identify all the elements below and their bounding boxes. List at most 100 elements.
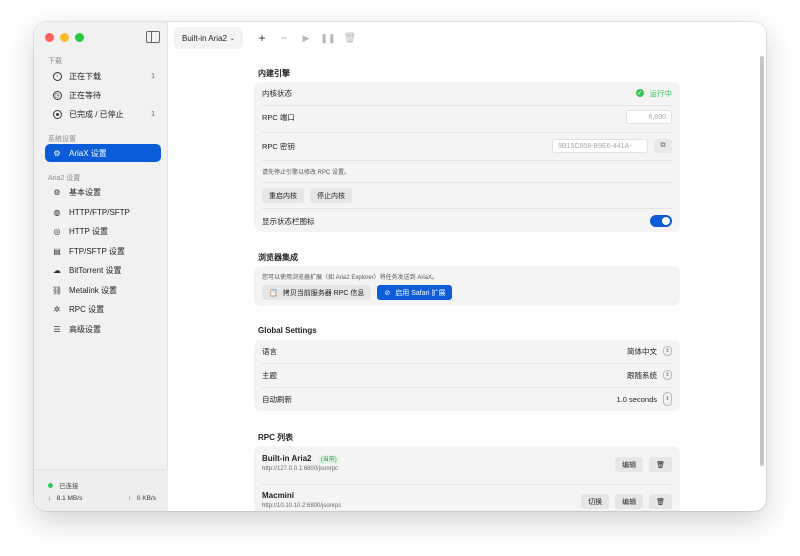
builtin-card: 内核状态 ✓ 运行中 RPC 端口 6,800 RPC 密钥 9B15C858-… — [254, 82, 680, 232]
sidebar-item-label: RPC 设置 — [69, 304, 105, 314]
sidebar-item-advanced[interactable]: ☰ 高级设置 — [45, 320, 161, 338]
sidebar-item-http[interactable]: ◎ HTTP 设置 — [45, 222, 161, 240]
statusbar-icon-row: 显示状态栏图标 — [254, 210, 680, 232]
up-down-chevron-icon: ⇕ — [663, 346, 672, 356]
sidebar-item-ftp-sftp[interactable]: ▤ FTP/SFTP 设置 — [45, 242, 161, 260]
rpc-heading: RPC 列表 — [258, 433, 294, 442]
clipboard-icon: 📋 — [269, 289, 278, 297]
download-speed: ↓ 8.1 MB/s — [48, 495, 82, 502]
rpc-secret-field[interactable]: 9B15C858-B9E6-441A- — [552, 139, 648, 153]
statusbar-icon-label: 显示状态栏图标 — [262, 216, 315, 226]
sidebar-item-metalink[interactable]: ⛓ Metalink 设置 — [45, 281, 161, 299]
main-content: 内建引擎 内核状态 ✓ 运行中 RPC 端口 6,800 RPC 密钥 9B15… — [168, 22, 766, 511]
browser-heading: 浏览器集成 — [258, 253, 298, 262]
restart-kernel-button[interactable]: 重启内核 — [262, 188, 304, 203]
sidebar-item-label: Metalink 设置 — [69, 285, 118, 295]
section-aria2-label: Aria2 设置 — [48, 175, 81, 182]
rpc-icon: ✲ — [53, 304, 61, 314]
enable-safari-extension-button[interactable]: ⊘ 启用 Safari 扩展 — [377, 285, 453, 300]
upload-speed: ↑ 0 KB/s — [128, 495, 156, 502]
vertical-scrollbar[interactable] — [760, 56, 764, 466]
rpc-secret-label: RPC 密钥 — [262, 141, 295, 151]
sidebar-item-label: 已完成 / 已停止 — [69, 109, 124, 119]
up-down-chevron-icon: ⇕ — [663, 370, 672, 380]
sidebar-item-downloading[interactable]: ↓ 正在下载 1 — [45, 67, 161, 85]
theme-value: 跟随系统 — [627, 370, 657, 380]
app-window: 下载 ↓ 正在下载 1 ◷ 正在等待 已完成 / 已停止 1 系统设置 ⚙ Ar… — [34, 22, 766, 511]
gear-icon: ⚙ — [53, 148, 61, 158]
trash-icon: 🗑 — [656, 461, 665, 469]
auto-refresh-row: 自动刷新 1.0 seconds ⇕ — [254, 388, 680, 410]
auto-refresh-value: 1.0 seconds — [616, 394, 657, 404]
edit-rpc-button[interactable]: 编辑 — [615, 494, 644, 509]
delete-rpc-button[interactable]: 🗑 — [649, 494, 672, 509]
rpc-port-row: RPC 端口 6,800 — [254, 106, 680, 128]
kernel-status-label: 内核状态 — [262, 88, 292, 98]
sidebar-item-ariax-settings[interactable]: ⚙ AriaX 设置 — [45, 144, 161, 162]
delete-rpc-button[interactable]: 🗑 — [649, 457, 672, 472]
upload-speed-value: 0 KB/s — [136, 495, 156, 502]
sidebar-item-http-ftp-sftp[interactable]: ◍ HTTP/FTP/SFTP — [45, 203, 161, 221]
kernel-status: ✓ 运行中 — [635, 88, 672, 99]
copy-rpc-info-button[interactable]: 📋 拷贝当前服务器 RPC 信息 — [262, 285, 372, 300]
sidebar-item-bittorrent[interactable]: ☁ BitTorrent 设置 — [45, 261, 161, 279]
rpc-item-url: http://127.0.0.1:6800/jsonrpc — [262, 466, 339, 472]
auto-refresh-stepper[interactable]: 1.0 seconds ⇕ — [617, 392, 672, 406]
sidebar-item-completed[interactable]: 已完成 / 已停止 1 — [45, 105, 161, 123]
minimize-window-button[interactable] — [60, 33, 69, 42]
gears-icon: ⚙ — [53, 187, 61, 197]
stop-kernel-button[interactable]: 停止内核 — [310, 188, 352, 203]
current-badge: (当前) — [317, 456, 340, 464]
global-card: 语言 简体中文 ⇕ 主题 跟随系统 ⇕ 自动刷新 1.0 seconds ⇕ — [254, 340, 680, 411]
zoom-window-button[interactable] — [75, 33, 84, 42]
auto-refresh-label: 自动刷新 — [262, 394, 292, 404]
rpc-item-name: Built-in Aria2 — [262, 454, 312, 463]
rpc-list-card: Built-in Aria2 (当前) http://127.0.0.1:680… — [254, 446, 680, 511]
stepper-arrows-icon[interactable]: ⇕ — [663, 392, 672, 406]
stop-engine-hint: 请先停止引擎以修改 RPC 设置。 — [262, 170, 351, 176]
cloud-icon: ☁ — [53, 265, 61, 275]
language-select[interactable]: 简体中文 ⇕ — [627, 346, 672, 357]
sidebar-item-label: BitTorrent 设置 — [69, 265, 122, 275]
copy-icon[interactable]: ⧉ — [654, 139, 672, 153]
copy-rpc-info-label: 拷贝当前服务器 RPC 信息 — [282, 289, 365, 297]
stop-circle-icon — [52, 109, 62, 119]
count-badge: 1 — [151, 72, 155, 80]
connection-status: 已连接 — [48, 480, 79, 490]
clock-icon: ◷ — [52, 90, 62, 100]
theme-select[interactable]: 跟随系统 ⇕ — [627, 370, 672, 381]
window-controls — [45, 33, 84, 42]
sidebar-item-label: HTTP 设置 — [69, 226, 108, 236]
arrow-up-icon: ↑ — [128, 495, 132, 502]
edit-rpc-button[interactable]: 编辑 — [615, 457, 644, 472]
sidebar-toggle-icon[interactable] — [146, 31, 160, 43]
link-icon: ⛓ — [51, 285, 63, 295]
globe-icon: ◍ — [53, 207, 61, 217]
theme-label: 主题 — [262, 370, 277, 380]
statusbar-icon-toggle[interactable] — [650, 215, 672, 227]
sidebar-item-rpc[interactable]: ✲ RPC 设置 — [45, 300, 161, 318]
rpc-port-field[interactable]: 6,800 — [626, 110, 672, 124]
download-arrow-icon: ↓ — [52, 71, 62, 81]
language-row: 语言 简体中文 ⇕ — [254, 340, 680, 362]
enable-safari-extension-label: 启用 Safari 扩展 — [395, 289, 446, 297]
sidebar-item-basic[interactable]: ⚙ 基本设置 — [45, 183, 161, 201]
rpc-item: Built-in Aria2 (当前) http://127.0.0.1:680… — [262, 454, 340, 472]
theme-row: 主题 跟随系统 ⇕ — [254, 364, 680, 386]
check-circle-icon: ✓ — [635, 89, 644, 97]
rpc-item-url: http://10.10.10.2:6800/jsonrpc — [262, 503, 342, 509]
arrow-down-icon: ↓ — [48, 495, 52, 502]
rpc-secret-row: RPC 密钥 9B15C858-B9E6-441A- ⧉ — [254, 134, 680, 158]
server-icon: ▤ — [53, 246, 61, 256]
sidebar-item-label: 基本设置 — [69, 187, 101, 197]
sidebar-item-label: FTP/SFTP 设置 — [69, 246, 125, 256]
browser-hint: 您可以使用浏览器扩展（如 Aria2 Explorer）将任务发送到 AriaX… — [262, 275, 439, 281]
sidebar-item-label: AriaX 设置 — [69, 148, 107, 158]
close-window-button[interactable] — [45, 33, 54, 42]
sidebar-item-waiting[interactable]: ◷ 正在等待 — [45, 86, 161, 104]
language-label: 语言 — [262, 346, 277, 356]
switch-rpc-button[interactable]: 切换 — [581, 494, 610, 509]
trash-icon: 🗑 — [656, 498, 665, 506]
browser-card: 您可以使用浏览器扩展（如 Aria2 Explorer）将任务发送到 AriaX… — [254, 266, 680, 306]
section-download-label: 下载 — [48, 58, 62, 65]
